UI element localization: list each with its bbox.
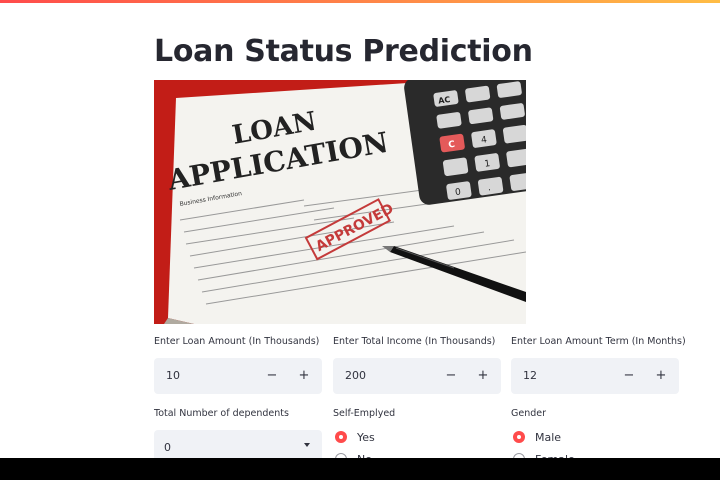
dependents-label: Total Number of dependents xyxy=(154,408,289,419)
total-income-label: Enter Total Income (In Thousands) xyxy=(333,336,496,347)
dependents-value: 0 xyxy=(164,441,171,454)
loan-application-illustration: LOAN APPLICATION Business Information AP… xyxy=(154,80,526,324)
gender-male-label: Male xyxy=(535,430,562,444)
radio-selected-icon[interactable] xyxy=(513,431,525,443)
svg-text:AC: AC xyxy=(438,95,451,106)
loan-term-field: Enter Loan Amount Term (In Months) 12 − … xyxy=(511,336,686,394)
loan-amount-decrement-button[interactable]: − xyxy=(262,366,282,386)
total-income-value[interactable]: 200 xyxy=(345,369,366,382)
top-decoration-bar xyxy=(0,0,720,3)
loan-amount-label: Enter Loan Amount (In Thousands) xyxy=(154,336,320,347)
self-employed-option-yes[interactable]: Yes xyxy=(333,428,501,446)
loan-term-increment-button[interactable]: + xyxy=(651,366,671,386)
loan-term-stepper[interactable]: 12 − + xyxy=(511,358,679,394)
loan-application-image: LOAN APPLICATION Business Information AP… xyxy=(154,80,526,324)
chevron-down-icon[interactable] xyxy=(304,443,310,447)
page-title: Loan Status Prediction xyxy=(154,34,533,69)
gender-option-male[interactable]: Male xyxy=(511,428,679,446)
calculator: AC C 4 1 0 . xyxy=(404,80,526,205)
loan-term-decrement-button[interactable]: − xyxy=(619,366,639,386)
total-income-decrement-button[interactable]: − xyxy=(441,366,461,386)
loan-amount-field: Enter Loan Amount (In Thousands) 10 − + xyxy=(154,336,322,394)
gender-label: Gender xyxy=(511,408,547,419)
total-income-stepper[interactable]: 200 − + xyxy=(333,358,501,394)
bottom-letterbox-bar xyxy=(0,458,720,480)
total-income-increment-button[interactable]: + xyxy=(473,366,493,386)
loan-term-value[interactable]: 12 xyxy=(523,369,537,382)
self-employed-yes-label: Yes xyxy=(357,430,375,444)
total-income-field: Enter Total Income (In Thousands) 200 − … xyxy=(333,336,501,394)
loan-term-label: Enter Loan Amount Term (In Months) xyxy=(511,336,686,347)
dependents-field: Total Number of dependents 0 xyxy=(154,408,322,464)
loan-amount-value[interactable]: 10 xyxy=(166,369,180,382)
loan-amount-increment-button[interactable]: + xyxy=(294,366,314,386)
self-employed-label: Self-Emplyed xyxy=(333,408,396,419)
loan-amount-stepper[interactable]: 10 − + xyxy=(154,358,322,394)
radio-selected-icon[interactable] xyxy=(335,431,347,443)
